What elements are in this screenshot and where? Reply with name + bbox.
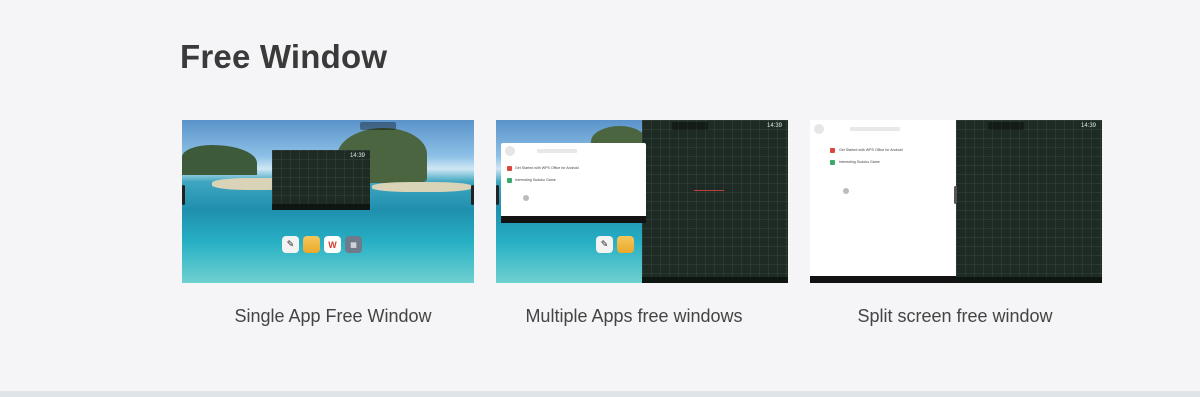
section-divider [0, 391, 1200, 397]
loading-indicator [523, 195, 529, 201]
navigation-bar [810, 276, 956, 283]
clock: 14:39 [1080, 123, 1096, 129]
document-icon [507, 166, 512, 171]
app-dock: ✎ [596, 236, 634, 253]
list-item[interactable]: Interesting Sudoku Game [839, 160, 880, 164]
list-item[interactable]: Interesting Sudoku Game [515, 178, 556, 182]
pen-icon[interactable]: ✎ [282, 236, 299, 253]
avatar [505, 146, 515, 156]
file-manager-window[interactable]: Get Started with WPS Office for Android … [501, 143, 646, 223]
left-side-handle[interactable] [496, 185, 499, 205]
single-app-free-window-screenshot: 14:39 ✎ W ▦ [182, 120, 474, 283]
whiteboard-window[interactable]: 14:39 [642, 120, 788, 283]
left-side-handle[interactable] [182, 185, 185, 205]
avatar [814, 124, 824, 134]
folder-icon[interactable] [617, 236, 634, 253]
apps-grid-icon[interactable]: ▦ [345, 236, 362, 253]
whiteboard-window[interactable]: 14:39 [956, 120, 1102, 283]
pen-icon[interactable]: ✎ [596, 236, 613, 253]
sandbar-shape [372, 182, 472, 192]
whiteboard-toolbar[interactable] [642, 277, 788, 283]
whiteboard-toolbar[interactable] [272, 204, 370, 210]
list-item[interactable]: Get Started with WPS Office for Android [515, 166, 579, 170]
clock: 14:39 [766, 123, 782, 129]
whiteboard-toolbar[interactable] [956, 277, 1102, 283]
wps-glyph: W [328, 239, 337, 250]
split-divider-handle[interactable] [954, 186, 957, 204]
document-icon [830, 148, 835, 153]
navigation-bar [501, 216, 646, 223]
loading-indicator [843, 188, 849, 194]
card-caption: Split screen free window [857, 306, 1053, 326]
window-topbar [988, 122, 1024, 130]
pen-glyph: ✎ [286, 239, 295, 249]
search-field[interactable] [537, 149, 577, 153]
app-dock: ✎ W ▦ [282, 236, 362, 253]
clock: 14:39 [349, 153, 365, 159]
sheet-icon [507, 178, 512, 183]
card-caption: Multiple Apps free windows [525, 306, 743, 326]
split-screen-free-window-screenshot: Get Started with WPS Office for Android … [810, 120, 1102, 283]
card-caption: Single App Free Window [234, 306, 432, 326]
file-manager-window[interactable]: Get Started with WPS Office for Android … [810, 120, 956, 283]
list-item[interactable]: Get Started with WPS Office for Android [839, 148, 903, 152]
window-topbar [672, 122, 708, 130]
folder-icon[interactable] [303, 236, 320, 253]
multiple-apps-free-windows-screenshot: 14:39 Get Started with WPS Office for An… [496, 120, 788, 283]
grid-glyph: ▦ [350, 241, 357, 249]
section-title: Free Window [180, 38, 388, 75]
search-field[interactable] [850, 127, 900, 131]
whiteboard-window[interactable]: 14:39 [272, 150, 370, 210]
right-side-handle[interactable] [471, 185, 474, 205]
wps-icon[interactable]: W [324, 236, 341, 253]
pen-stroke [694, 190, 724, 191]
window-topbar [360, 122, 396, 130]
sheet-icon [830, 160, 835, 165]
